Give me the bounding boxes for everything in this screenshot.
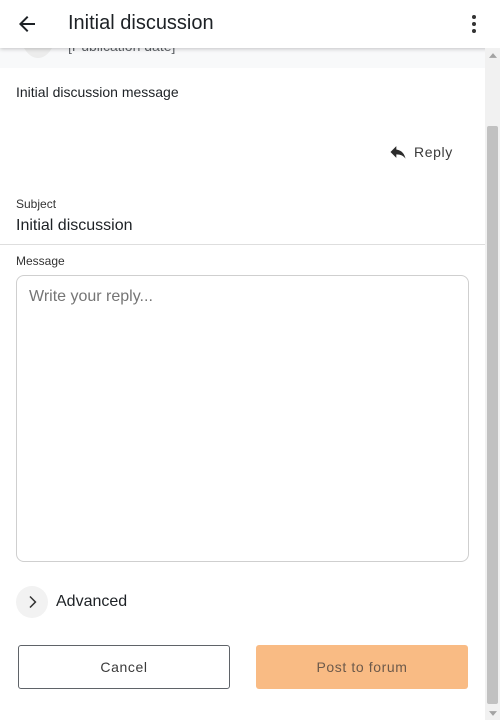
advanced-toggle[interactable]: Advanced — [16, 586, 127, 618]
chevron-right-icon — [16, 586, 48, 618]
message-label: Message — [16, 254, 65, 268]
message-placeholder: Write your reply... — [29, 288, 153, 305]
reply-button[interactable]: Reply — [388, 142, 453, 162]
back-button[interactable] — [14, 12, 40, 36]
subject-label: Subject — [16, 197, 57, 211]
message-textarea[interactable]: Write your reply... — [16, 275, 469, 562]
subject-field[interactable]: Initial discussion — [16, 217, 133, 235]
subject-divider — [0, 244, 485, 245]
scrollbar-thumb[interactable] — [487, 126, 498, 704]
more-options-button[interactable] — [464, 12, 484, 36]
scroll-up-icon[interactable] — [485, 48, 500, 62]
advanced-label: Advanced — [56, 593, 128, 610]
reply-label: Reply — [414, 144, 453, 160]
app-header: Initial discussion — [0, 0, 500, 48]
content-area: [Publication date] Initial discussion me… — [0, 0, 485, 720]
reply-icon — [390, 146, 406, 159]
scrollbar[interactable] — [485, 48, 500, 720]
arrow-left-icon — [19, 16, 35, 32]
more-vertical-icon — [472, 15, 476, 33]
scroll-down-icon[interactable] — [485, 706, 500, 720]
post-to-forum-button[interactable]: Post to forum — [256, 645, 468, 689]
post-message: Initial discussion message — [16, 84, 179, 100]
cancel-button[interactable]: Cancel — [18, 645, 230, 689]
reply-page: [Publication date] Initial discussion me… — [0, 0, 500, 720]
page-title: Initial discussion — [68, 12, 214, 34]
